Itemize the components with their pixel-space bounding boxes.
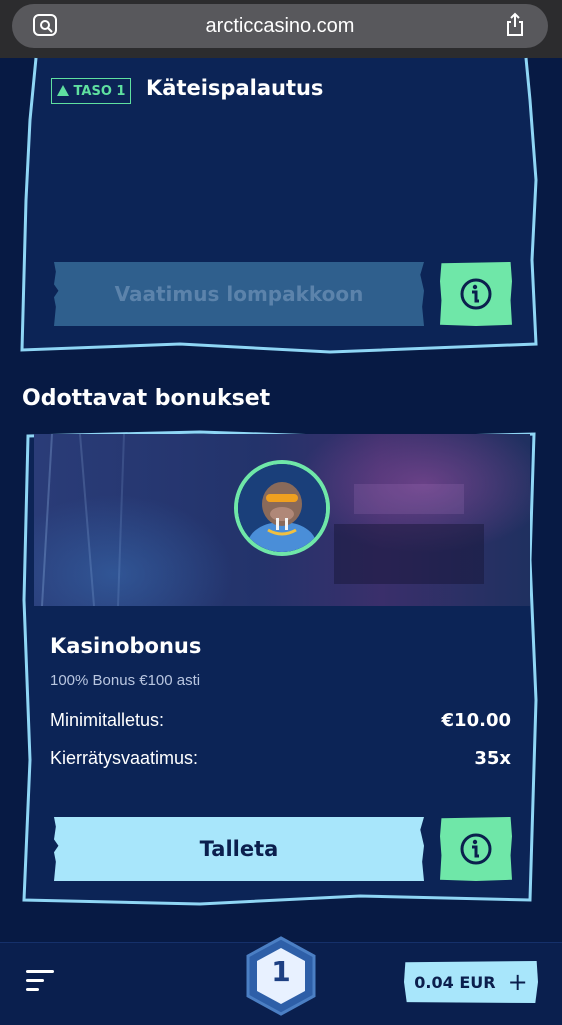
bonus-title: Kasinobonus — [50, 634, 202, 658]
info-icon — [460, 833, 492, 865]
min-deposit-value: €10.00 — [441, 710, 511, 731]
level-number: 1 — [271, 955, 291, 988]
bonus-subtitle: 100% Bonus €100 asti — [50, 672, 201, 689]
wagering-value: 35x — [474, 748, 511, 769]
balance-amount: 0.04 EUR — [414, 972, 496, 992]
balance-deposit-button[interactable]: 0.04 EUR + — [404, 961, 538, 1003]
deposit-button[interactable]: Talleta — [54, 817, 424, 881]
wagering-label: Kierrätysvaatimus: — [50, 748, 199, 768]
walrus-avatar — [234, 460, 330, 556]
plus-icon: + — [507, 968, 528, 996]
min-deposit-label: Minimitalletus: — [50, 710, 165, 730]
bonus-info-button[interactable] — [440, 817, 512, 881]
menu-icon[interactable] — [26, 970, 54, 994]
